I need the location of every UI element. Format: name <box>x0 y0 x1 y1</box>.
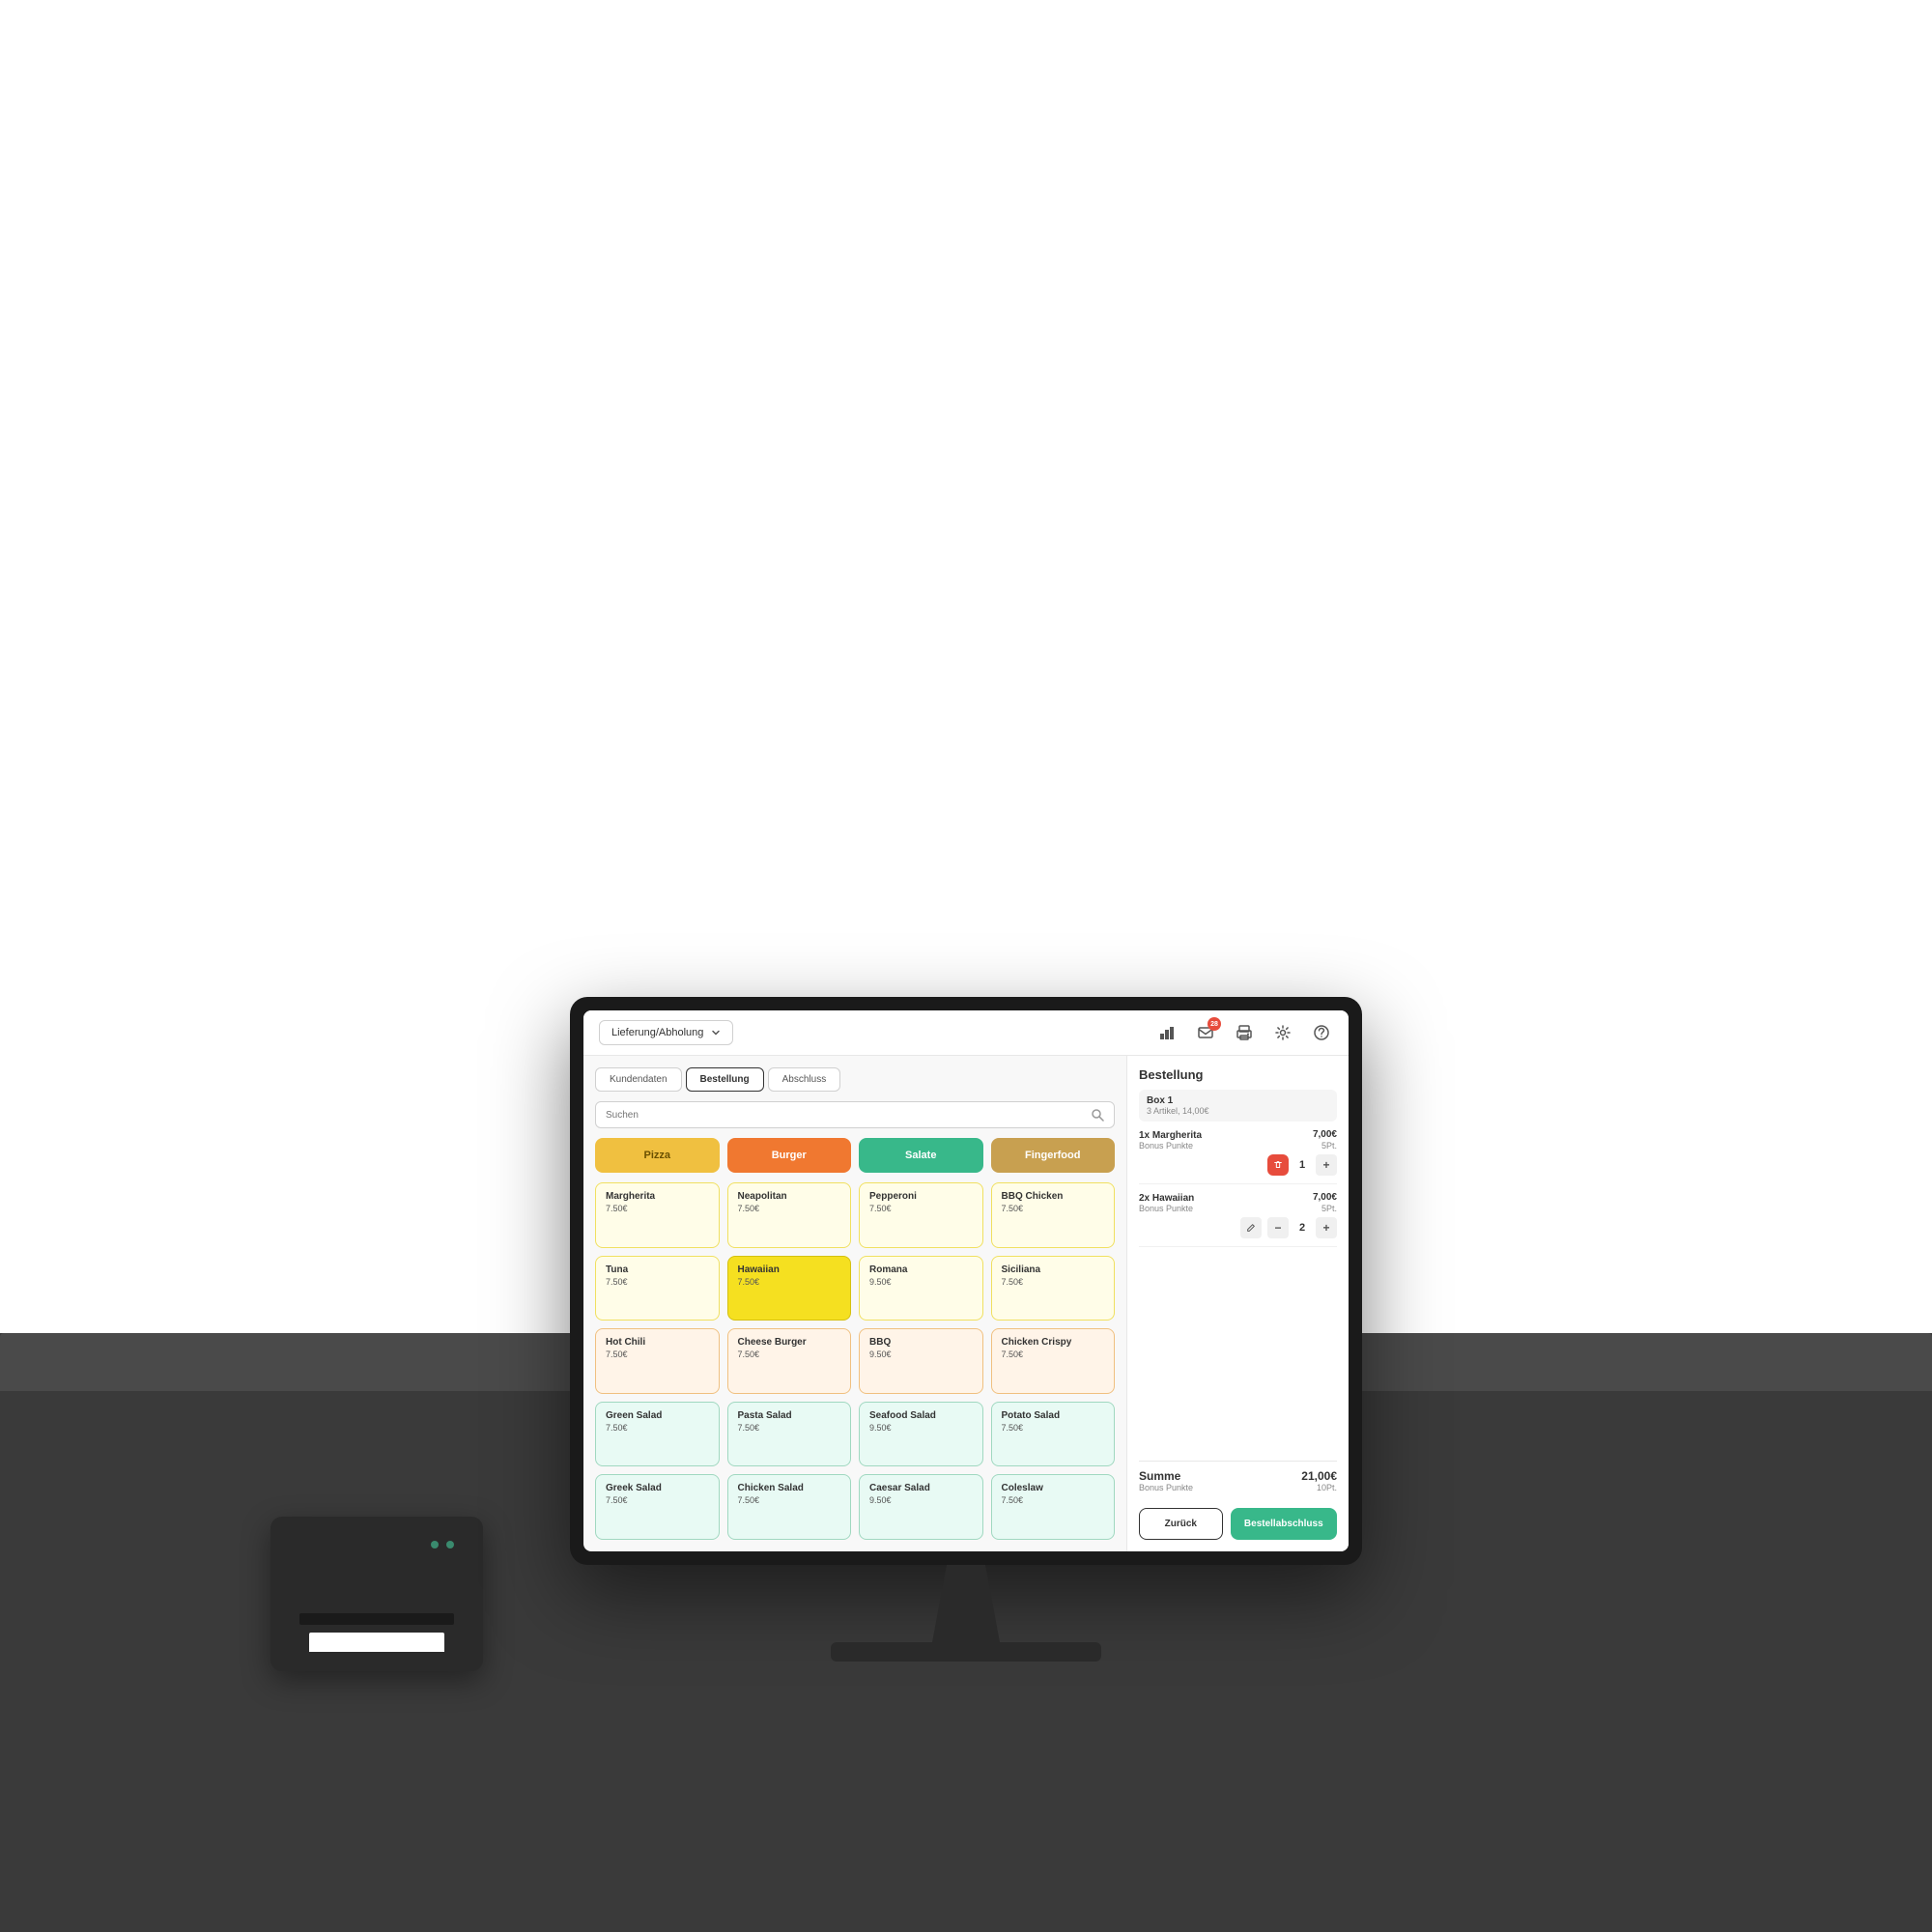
order-item-bonus-label-2: Bonus Punkte <box>1139 1204 1193 1213</box>
edit-item-2-button[interactable] <box>1240 1217 1262 1238</box>
menu-item-romana[interactable]: Romana 9.50€ <box>859 1256 983 1321</box>
delivery-label: Lieferung/Abholung <box>611 1027 703 1038</box>
help-icon-btn[interactable] <box>1310 1021 1333 1044</box>
menu-item-greek-salad[interactable]: Greek Salad 7.50€ <box>595 1474 720 1540</box>
menu-item-chicken-salad[interactable]: Chicken Salad 7.50€ <box>727 1474 852 1540</box>
menu-item-potato-salad[interactable]: Potato Salad 7.50€ <box>991 1402 1116 1467</box>
menu-item-pepperoni[interactable]: Pepperoni 7.50€ <box>859 1182 983 1248</box>
order-item-hawaiian: 2x Hawaiian 7,00€ Bonus Punkte 5Pt. <box>1139 1192 1337 1247</box>
scene: Lieferung/Abholung <box>0 0 1932 1932</box>
category-pizza[interactable]: Pizza <box>595 1138 720 1173</box>
monitor-body: Lieferung/Abholung <box>570 997 1362 1565</box>
order-box-subtitle: 3 Artikel, 14,00€ <box>1147 1106 1329 1116</box>
search-icon <box>1091 1108 1104 1122</box>
order-item-margherita: 1x Margherita 7,00€ Bonus Punkte 5Pt. <box>1139 1129 1337 1184</box>
menu-item-green-salad[interactable]: Green Salad 7.50€ <box>595 1402 720 1467</box>
back-button[interactable]: Zurück <box>1139 1508 1223 1540</box>
tab-bestellung[interactable]: Bestellung <box>686 1067 764 1092</box>
printer-lights <box>431 1541 454 1548</box>
settings-icon-btn[interactable] <box>1271 1021 1294 1044</box>
order-item-qty-label-1: 1x <box>1139 1130 1150 1141</box>
pos-left-panel: Kundendaten Bestellung Abschluss <box>583 1056 1126 1551</box>
order-item-name-1: Margherita <box>1152 1130 1202 1141</box>
menu-item-cheese-burger[interactable]: Cheese Burger 7.50€ <box>727 1328 852 1394</box>
pos-main: Kundendaten Bestellung Abschluss <box>583 1056 1349 1551</box>
search-bar <box>595 1101 1115 1128</box>
menu-grid: Margherita 7.50€ Neapolitan 7.50€ Pepper… <box>595 1182 1115 1540</box>
pos-app: Lieferung/Abholung <box>583 1010 1349 1551</box>
order-total-amount: 21,00€ <box>1301 1469 1337 1483</box>
menu-item-hawaiian[interactable]: Hawaiian 7.50€ <box>727 1256 852 1321</box>
order-item-bonus-pts-1: 5Pt. <box>1321 1141 1337 1151</box>
delete-item-1-button[interactable] <box>1267 1154 1289 1176</box>
order-actions: Zurück Bestellabschluss <box>1139 1508 1337 1540</box>
category-burger[interactable]: Burger <box>727 1138 852 1173</box>
menu-item-margherita[interactable]: Margherita 7.50€ <box>595 1182 720 1248</box>
mail-icon-btn[interactable]: 28 <box>1194 1021 1217 1044</box>
menu-item-seafood-salad[interactable]: Seafood Salad 9.50€ <box>859 1402 983 1467</box>
menu-item-bbq[interactable]: BBQ 9.50€ <box>859 1328 983 1394</box>
header-icons: 28 <box>1155 1021 1333 1044</box>
delivery-dropdown[interactable]: Lieferung/Abholung <box>599 1020 733 1045</box>
trash-icon <box>1273 1160 1283 1170</box>
order-box-header: Box 1 3 Artikel, 14,00€ <box>1139 1090 1337 1122</box>
menu-item-coleslaw[interactable]: Coleslaw 7.50€ <box>991 1474 1116 1540</box>
order-title: Bestellung <box>1139 1067 1337 1082</box>
printer-light-2 <box>446 1541 454 1548</box>
order-item-qty-1: 1 <box>1294 1159 1310 1171</box>
chart-icon-btn[interactable] <box>1155 1021 1179 1044</box>
order-bonus-label: Bonus Punkte <box>1139 1483 1193 1492</box>
order-item-qty-label-2: 2x <box>1139 1193 1150 1204</box>
menu-item-siciliana[interactable]: Siciliana 7.50€ <box>991 1256 1116 1321</box>
category-row: Pizza Burger Salate Fingerfood <box>595 1138 1115 1173</box>
chevron-down-icon <box>711 1028 721 1037</box>
order-item-bonus-label-1: Bonus Punkte <box>1139 1141 1193 1151</box>
menu-item-caesar-salad[interactable]: Caesar Salad 9.50€ <box>859 1474 983 1540</box>
order-item-price-2: 7,00€ <box>1313 1192 1337 1203</box>
tab-abschluss[interactable]: Abschluss <box>768 1067 841 1092</box>
menu-item-bbq-chicken[interactable]: BBQ Chicken 7.50€ <box>991 1182 1116 1248</box>
increment-item-1-button[interactable]: + <box>1316 1154 1337 1176</box>
checkout-button[interactable]: Bestellabschluss <box>1231 1508 1337 1540</box>
printer-light-1 <box>431 1541 439 1548</box>
menu-item-hot-chili[interactable]: Hot Chili 7.50€ <box>595 1328 720 1394</box>
menu-item-pasta-salad[interactable]: Pasta Salad 7.50€ <box>727 1402 852 1467</box>
monitor-base <box>831 1642 1101 1662</box>
print-icon <box>1236 1024 1253 1041</box>
settings-icon <box>1274 1024 1292 1041</box>
help-icon <box>1313 1024 1330 1041</box>
menu-item-tuna[interactable]: Tuna 7.50€ <box>595 1256 720 1321</box>
pos-header: Lieferung/Abholung <box>583 1010 1349 1056</box>
menu-item-chicken-crispy[interactable]: Chicken Crispy 7.50€ <box>991 1328 1116 1394</box>
printer-paper-slot <box>299 1613 454 1625</box>
print-icon-btn[interactable] <box>1233 1021 1256 1044</box>
order-item-qty-2: 2 <box>1294 1222 1310 1234</box>
category-salate[interactable]: Salate <box>859 1138 983 1173</box>
printer-paper <box>309 1633 444 1652</box>
notification-badge: 28 <box>1208 1017 1221 1031</box>
tab-kundendaten[interactable]: Kundendaten <box>595 1067 682 1092</box>
decrement-item-2-button[interactable]: − <box>1267 1217 1289 1238</box>
order-bonus-pts: 10Pt. <box>1317 1483 1337 1492</box>
chart-icon <box>1158 1024 1176 1041</box>
monitor: Lieferung/Abholung <box>570 997 1362 1662</box>
category-fingerfood[interactable]: Fingerfood <box>991 1138 1116 1173</box>
increment-item-2-button[interactable]: + <box>1316 1217 1337 1238</box>
receipt-printer <box>270 1517 483 1671</box>
pos-tabs: Kundendaten Bestellung Abschluss <box>595 1067 1115 1092</box>
monitor-screen: Lieferung/Abholung <box>583 1010 1349 1551</box>
edit-icon <box>1246 1223 1256 1233</box>
menu-item-neapolitan[interactable]: Neapolitan 7.50€ <box>727 1182 852 1248</box>
monitor-stand <box>918 1565 1014 1642</box>
search-input[interactable] <box>606 1110 1083 1121</box>
order-item-price-1: 7,00€ <box>1313 1129 1337 1140</box>
pos-right-panel: Bestellung Box 1 3 Artikel, 14,00€ <box>1126 1056 1349 1551</box>
order-item-name-2: Hawaiian <box>1152 1193 1194 1204</box>
order-total-label: Summe <box>1139 1469 1180 1483</box>
order-total-section: Summe 21,00€ Bonus Punkte 10Pt. <box>1139 1461 1337 1492</box>
order-item-bonus-pts-2: 5Pt. <box>1321 1204 1337 1213</box>
order-box-title: Box 1 <box>1147 1095 1329 1106</box>
